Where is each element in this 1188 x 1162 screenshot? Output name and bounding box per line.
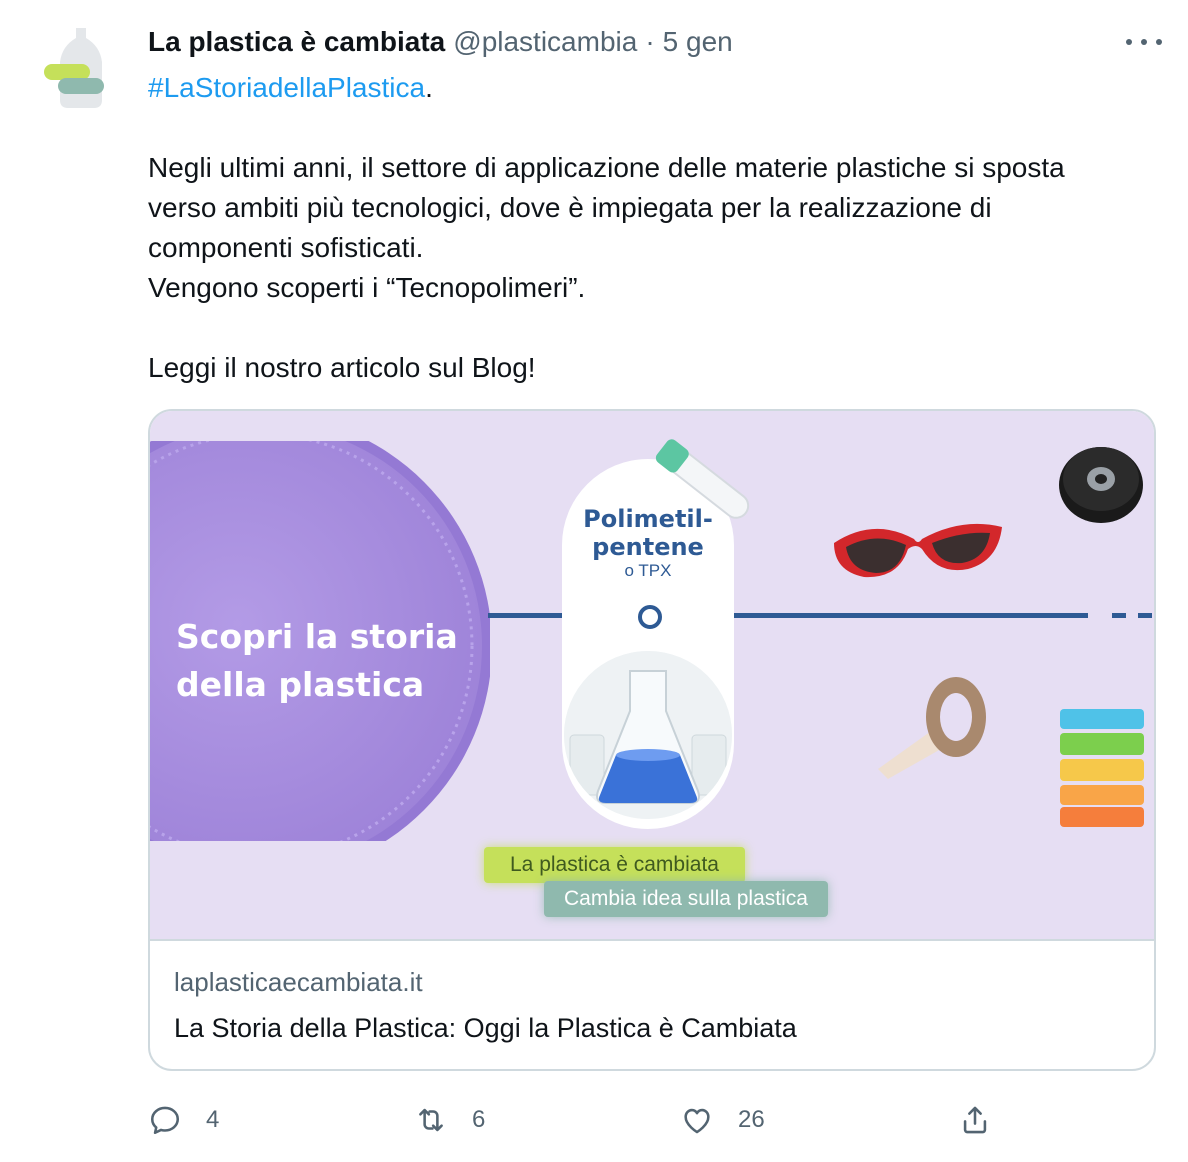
profile-avatar[interactable]	[28, 18, 128, 118]
retweet-icon	[419, 1108, 443, 1132]
sunglasses-image	[834, 523, 1002, 578]
paragraph-line: Negli ultimi anni, il settore di applica…	[148, 152, 1065, 183]
author-handle[interactable]: @plasticambia	[453, 26, 637, 58]
retweet-count: 6	[472, 1106, 486, 1133]
retweet-button[interactable]: 6	[414, 1098, 485, 1142]
header-separator: ·	[645, 26, 655, 57]
slogan-label: Cambia idea sulla plastica	[544, 881, 828, 917]
tape-image	[878, 677, 986, 779]
reply-count: 4	[206, 1106, 220, 1133]
link-preview-card[interactable]: Scopri la storia della plastica Polimeti…	[148, 409, 1156, 1071]
timeline-dash	[1112, 613, 1126, 618]
timeline-dash	[1138, 613, 1152, 618]
flask-photo	[564, 651, 732, 819]
flask-icon	[564, 651, 732, 819]
hashtag-suffix: .	[425, 72, 433, 103]
pill-subtitle: o TPX	[624, 561, 672, 580]
card-domain: laplasticaecambiata.it	[174, 967, 423, 997]
like-count: 26	[738, 1106, 765, 1133]
share-icon	[963, 1106, 987, 1134]
paragraph-line: Vengono scoperti i “Tecnopolimeri”.	[148, 272, 586, 303]
paragraph-line: componenti sofisticati.	[148, 232, 424, 263]
tweet-header: La plastica è cambiata @plasticambia · 5…	[148, 24, 733, 60]
paragraph-line: verso ambiti più tecnologici, dove è imp…	[148, 192, 992, 223]
tweet-actions: 4 6 26	[148, 1098, 1158, 1142]
author-name[interactable]: La plastica è cambiata	[148, 26, 445, 58]
test-tube-image	[655, 439, 750, 519]
brand-label: La plastica è cambiata	[484, 847, 745, 883]
hashtag-link[interactable]: #LaStoriadellaPlastica	[148, 72, 425, 103]
reply-icon	[150, 1106, 180, 1135]
food-containers-image	[1060, 709, 1144, 827]
bottle-logo-icon	[28, 18, 128, 118]
more-options-icon[interactable]	[1126, 30, 1162, 54]
share-button[interactable]	[958, 1098, 992, 1142]
cap-caption-line: Scopri la storia	[176, 617, 458, 656]
like-button[interactable]: 26	[680, 1098, 765, 1142]
card-title: La Storia della Plastica: Oggi la Plasti…	[174, 1013, 797, 1043]
heart-icon	[684, 1108, 710, 1134]
paragraph-cta: Leggi il nostro articolo sul Blog!	[148, 352, 536, 383]
tweet-text: #LaStoriadellaPlastica. Negli ultimi ann…	[148, 68, 1158, 388]
card-divider	[150, 939, 1154, 941]
pulley-image	[1059, 447, 1143, 523]
reply-button[interactable]: 4	[148, 1098, 219, 1142]
pill-title-line: pentene	[592, 533, 704, 561]
timeline-node	[638, 605, 662, 629]
cap-caption: Scopri la storia della plastica	[176, 613, 476, 709]
cap-caption-line: della plastica	[176, 665, 425, 704]
tweet-timestamp[interactable]: 5 gen	[663, 26, 733, 58]
card-image[interactable]: Scopri la storia della plastica Polimeti…	[150, 411, 1154, 939]
